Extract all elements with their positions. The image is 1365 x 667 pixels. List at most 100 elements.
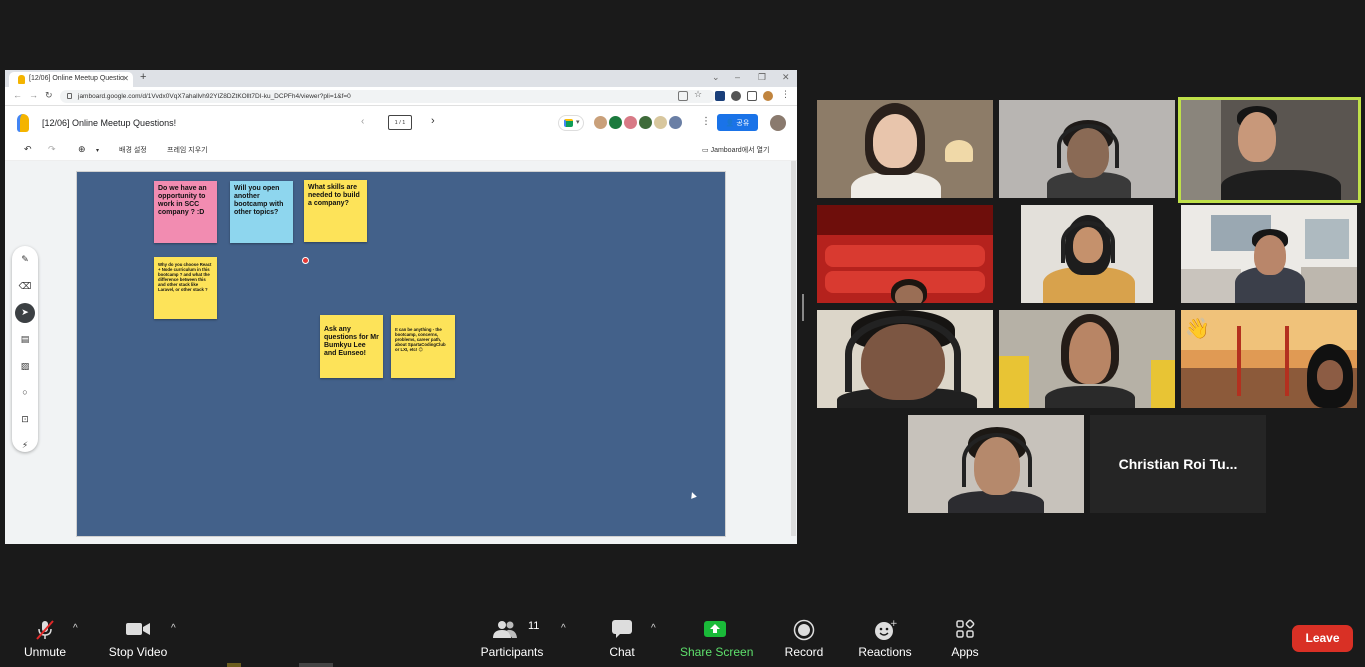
- sticky-note[interactable]: It can be anything - the bootcamp, conce…: [391, 315, 455, 378]
- participant-video-tile[interactable]: [1021, 205, 1153, 303]
- participant-video-tile[interactable]: [817, 100, 993, 198]
- restore-icon[interactable]: ❐: [758, 72, 766, 83]
- video-options-caret-icon[interactable]: ^: [171, 623, 176, 634]
- collaborator-avatar: [668, 115, 683, 130]
- laser-icon[interactable]: ⚡: [12, 440, 38, 451]
- drawing-tools-panel: ✎ ⌫ ➤ ▤ ▨ ○ ⊡ ⚡: [12, 246, 38, 452]
- share-screen-label: Share Screen: [680, 645, 754, 659]
- headphones-icon: [1061, 221, 1115, 263]
- participant-video-tile[interactable]: [817, 310, 993, 408]
- stop-video-button[interactable]: Stop Video: [107, 619, 169, 659]
- participants-label: Participants: [480, 645, 544, 659]
- sticky-note[interactable]: What skills are needed to build a compan…: [304, 180, 367, 242]
- eraser-icon[interactable]: ⌫: [12, 281, 38, 292]
- url-text: jamboard.google.com/d/1Vvdx0VqX7ahallvh9…: [78, 93, 351, 100]
- share-screen-arrow-icon: [680, 619, 750, 639]
- taskbar-thumbnail: [227, 663, 241, 667]
- zoom-dropdown-icon[interactable]: ▾: [96, 147, 99, 154]
- participant-video-tile[interactable]: [908, 415, 1084, 513]
- next-frame-icon[interactable]: ›: [431, 115, 435, 127]
- reactions-button[interactable]: + Reactions: [857, 619, 913, 659]
- forward-icon[interactable]: →: [29, 90, 38, 100]
- reload-icon[interactable]: ↻: [45, 90, 53, 101]
- record-button[interactable]: Record: [784, 619, 824, 659]
- pen-icon[interactable]: ✎: [12, 254, 38, 265]
- browser-menu-icon[interactable]: ⋮: [781, 89, 791, 99]
- redo-icon[interactable]: ↷: [48, 144, 56, 155]
- participant-video-tile[interactable]: [1181, 205, 1357, 303]
- headphones-icon: [845, 316, 961, 392]
- clear-frame-button[interactable]: 프레임 지우기: [167, 145, 208, 155]
- puzzle-extension-icon[interactable]: [731, 91, 741, 101]
- stop-video-label: Stop Video: [108, 645, 168, 659]
- frame-indicator[interactable]: 1 / 1: [388, 115, 412, 130]
- jamboard-logo-icon: [17, 114, 29, 132]
- leave-meeting-button[interactable]: Leave: [1292, 625, 1353, 652]
- participant-name: Christian Roi Tu...: [1118, 456, 1238, 472]
- microphone-muted-icon: [22, 619, 68, 640]
- minimize-icon[interactable]: –: [735, 72, 740, 82]
- sticky-note[interactable]: Do we have an opportunity to work in SCC…: [154, 181, 217, 243]
- participant-video-tile[interactable]: 👋: [1181, 310, 1357, 408]
- window-close-icon[interactable]: ✕: [782, 72, 790, 83]
- browser-tab-title: [12/06] Online Meetup Questio: [29, 75, 124, 82]
- share-page-icon[interactable]: [678, 91, 688, 101]
- unmute-label: Unmute: [23, 645, 67, 659]
- golden-gate-tower: [1285, 326, 1289, 396]
- sticky-note[interactable]: Ask any questions for Mr Bumkyu Lee and …: [320, 315, 383, 378]
- collaborator-avatar: [653, 115, 668, 130]
- account-avatar[interactable]: [770, 115, 786, 131]
- zoom-icon[interactable]: ⊕: [78, 144, 86, 155]
- set-background-button[interactable]: 배경 설정: [119, 145, 147, 155]
- jamboard-favicon-icon: [18, 75, 25, 84]
- more-options-icon[interactable]: ⋮: [701, 116, 711, 127]
- sticky-note-icon[interactable]: ▤: [12, 334, 38, 345]
- participant-video-tile[interactable]: [999, 100, 1175, 198]
- taskbar-thumbnail: [299, 663, 333, 667]
- canvas-scrollbar[interactable]: [791, 161, 796, 536]
- apps-label: Apps: [951, 645, 979, 659]
- jamboard-frame: Do we have an opportunity to work in SCC…: [76, 171, 726, 537]
- browser-profile-avatar[interactable]: [763, 91, 773, 101]
- image-icon[interactable]: ▨: [12, 361, 38, 372]
- circle-shape-icon[interactable]: ○: [12, 387, 38, 397]
- participant-video-tile[interactable]: [817, 205, 993, 303]
- zoom-meeting-window: [12/06] Online Meetup Questio ✕ + ⌄ – ❐ …: [0, 0, 1365, 667]
- audio-options-caret-icon[interactable]: ^: [73, 623, 78, 634]
- open-in-jamboard-button[interactable]: ▭ Jamboard에서 열기: [702, 145, 769, 155]
- participants-options-caret-icon[interactable]: ^: [561, 623, 566, 634]
- tab-close-icon[interactable]: ✕: [122, 74, 129, 83]
- url-input[interactable]: jamboard.google.com/d/1Vvdx0VqX7ahallvh9…: [60, 90, 715, 103]
- extension-icon[interactable]: [715, 91, 725, 101]
- new-tab-icon[interactable]: +: [140, 71, 146, 83]
- text-box-icon[interactable]: ⊡: [12, 414, 38, 425]
- meet-call-icon[interactable]: ▾: [558, 115, 584, 131]
- open-in-jamboard-label: Jamboard에서 열기: [710, 147, 770, 154]
- headphones-icon: [962, 433, 1032, 487]
- browser-tab[interactable]: [12/06] Online Meetup Questio ✕: [9, 72, 133, 87]
- share-button[interactable]: 👤 공유: [717, 114, 758, 131]
- sticky-note[interactable]: Why do you choose React + Node curriculu…: [154, 257, 217, 319]
- chat-options-caret-icon[interactable]: ^: [651, 623, 656, 634]
- active-speaker-video-tile[interactable]: [1178, 97, 1361, 203]
- side-panel-icon[interactable]: [747, 91, 757, 101]
- chat-button[interactable]: Chat: [606, 619, 638, 659]
- chevron-down-icon[interactable]: ⌄: [712, 72, 720, 83]
- bookmark-star-icon[interactable]: ☆: [694, 89, 704, 99]
- select-pointer-icon[interactable]: ➤: [15, 303, 35, 323]
- view-splitter-handle[interactable]: [802, 294, 804, 321]
- chat-bubble-icon: [606, 619, 638, 639]
- apps-grid-icon: [949, 619, 981, 639]
- participant-name-tile[interactable]: Christian Roi Tu...: [1090, 415, 1266, 513]
- share-screen-button[interactable]: Share Screen: [680, 619, 754, 659]
- unmute-button[interactable]: Unmute: [22, 619, 68, 659]
- participant-video-tile[interactable]: [999, 310, 1175, 408]
- back-icon[interactable]: ←: [13, 90, 22, 100]
- sticky-note[interactable]: Will you open another bootcamp with othe…: [230, 181, 293, 243]
- apps-button[interactable]: Apps: [949, 619, 981, 659]
- collaborator-avatar: [593, 115, 608, 130]
- previous-frame-icon[interactable]: ‹: [361, 116, 364, 127]
- record-icon: [784, 619, 824, 641]
- undo-icon[interactable]: ↶: [24, 144, 32, 155]
- svg-text:+: +: [890, 619, 897, 629]
